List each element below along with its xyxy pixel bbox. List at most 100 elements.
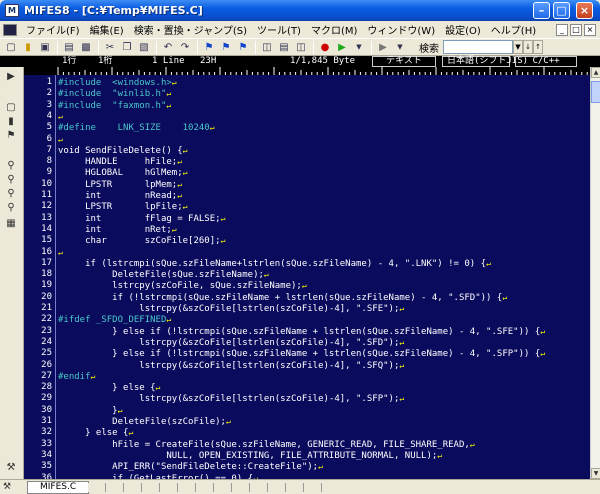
search-dropdown-icon[interactable]: ▼ <box>513 40 523 54</box>
tool-folder-icon[interactable]: ▮ <box>4 115 18 127</box>
paste-icon[interactable]: ▧ <box>136 40 152 54</box>
close-button[interactable]: × <box>576 2 593 19</box>
code-line[interactable]: NULL, OPEN_EXISTING, FILE_ATTRIBUTE_NORM… <box>58 450 442 461</box>
code-line[interactable]: ↵ <box>58 134 63 145</box>
newline-marker-icon: ↵ <box>182 145 188 155</box>
menu-edit[interactable]: 編集(E) <box>85 22 129 37</box>
code-line[interactable]: lstrcpy(&szCoFile[lstrlen(szCoFile)-4], … <box>58 337 404 348</box>
code-line[interactable]: lstrcpy(&szCoFile[lstrlen(szCoFile)-4], … <box>58 360 404 371</box>
tool-search-prev-icon[interactable]: ⚲ <box>4 187 18 199</box>
macro-record-icon[interactable]: ● <box>317 40 333 54</box>
status-encoding[interactable]: 日本語(シフトJIS) <box>442 56 528 67</box>
new-file-icon[interactable]: ▢ <box>3 40 19 54</box>
vertical-scrollbar[interactable]: ▲ ▼ <box>590 67 600 479</box>
tool-search-icon[interactable]: ⚲ <box>4 159 18 171</box>
tool-replace-icon[interactable]: ⚲ <box>4 201 18 213</box>
search-prev-icon[interactable]: ↑ <box>533 40 543 54</box>
code-line[interactable]: DeleteFile(sQue.szFileName);↵ <box>58 269 269 280</box>
code-line[interactable]: HGLOBAL hGlMem;↵ <box>58 167 187 178</box>
tool-grid-icon[interactable]: ▦ <box>4 217 18 229</box>
code-line[interactable]: } else if (!lstrcmpi(sQue.szFileName + l… <box>58 326 545 337</box>
menu-file[interactable]: ファイル(F) <box>21 22 85 37</box>
mdi-close-button[interactable]: × <box>584 23 596 36</box>
cut-icon[interactable]: ✂ <box>102 40 118 54</box>
code-line[interactable]: ↵ <box>58 111 63 122</box>
code-line[interactable]: int nRead;↵ <box>58 190 182 201</box>
print-preview-icon[interactable]: ▤ <box>61 40 77 54</box>
menu-window[interactable]: ウィンドウ(W) <box>362 22 440 37</box>
print-icon[interactable]: ▩ <box>78 40 94 54</box>
code-line[interactable]: #include <windows.h>↵ <box>58 77 177 88</box>
code-line[interactable]: LPSTR lpFile;↵ <box>58 201 187 212</box>
search-next-icon[interactable]: ↓ <box>523 40 533 54</box>
code-line[interactable]: if (lstrcmpi(sQue.szFileName+lstrlen(sQu… <box>58 258 491 269</box>
menu-macro[interactable]: マクロ(M) <box>306 22 362 37</box>
tool-settings-icon[interactable]: ⚒ <box>4 461 18 473</box>
scroll-up-icon[interactable]: ▲ <box>591 67 600 78</box>
marker-next-icon[interactable]: ⚑ <box>218 40 234 54</box>
tool-marker-icon[interactable]: ⚑ <box>4 129 18 141</box>
menu-settings[interactable]: 設定(O) <box>440 22 486 37</box>
window-split-vertical-icon[interactable]: ◫ <box>293 40 309 54</box>
scroll-down-icon[interactable]: ▼ <box>591 468 600 479</box>
newline-marker-icon: ↵ <box>117 405 123 415</box>
status-language[interactable]: C/C++ <box>515 56 577 67</box>
line-number: 35 <box>41 461 52 472</box>
line-number: 2 <box>46 88 52 99</box>
menu-help[interactable]: ヘルプ(H) <box>486 22 541 37</box>
code-line[interactable]: } else {↵ <box>58 427 133 438</box>
scroll-thumb[interactable] <box>591 81 600 103</box>
redo-icon[interactable]: ↷ <box>177 40 193 54</box>
window-split-horizontal-icon[interactable]: ▤ <box>276 40 292 54</box>
code-line[interactable]: HANDLE hFile;↵ <box>58 156 182 167</box>
maximize-button[interactable]: □ <box>553 2 570 19</box>
tab-settings-icon[interactable]: ⚒ <box>3 482 11 492</box>
code-line[interactable]: lstrcpy(&szCoFile[lstrlen(szCoFile)-4], … <box>58 303 404 314</box>
code-line[interactable]: ↵ <box>58 247 63 258</box>
tool-document-icon[interactable]: ▢ <box>4 101 18 113</box>
menu-search[interactable]: 検索・置換・ジャンプ(S) <box>129 22 252 37</box>
menu-tools[interactable]: ツール(T) <box>252 22 306 37</box>
expand-icon[interactable]: ▶ <box>4 70 18 82</box>
copy-icon[interactable]: ❐ <box>119 40 135 54</box>
minimize-button[interactable]: – <box>533 2 550 19</box>
code-line[interactable]: } else {↵ <box>58 382 160 393</box>
undo-icon[interactable]: ↶ <box>160 40 176 54</box>
search-input[interactable] <box>443 40 513 54</box>
code-line[interactable]: API_ERR("SendFileDelete::CreateFile");↵ <box>58 461 323 472</box>
code-line[interactable]: int nRet;↵ <box>58 224 177 235</box>
code-editor[interactable]: 1 2 3 4 5 6 7 8 9 10 11 12 13 14 15 16 17 18 19 20 21 22 23 24 2… <box>24 75 590 479</box>
open-folder-icon[interactable]: ▮ <box>20 40 36 54</box>
code-line[interactable]: LPSTR lpMem;↵ <box>58 179 182 190</box>
window-split-icon[interactable]: ◫ <box>259 40 275 54</box>
code-line[interactable]: #ifdef _SFDO_DEFINED↵ <box>58 314 171 325</box>
code-line[interactable]: hFile = CreateFile(sQue.szFileName, GENE… <box>58 439 474 450</box>
code-line[interactable]: if (!lstrcmpi(sQue.szFileName + lstrlen(… <box>58 292 507 303</box>
run-icon[interactable]: ▶ <box>375 40 391 54</box>
macro-play-icon[interactable]: ▶ <box>334 40 350 54</box>
mdi-minimize-button[interactable]: _ <box>556 23 568 36</box>
code-line[interactable]: char szCoFile[260];↵ <box>58 235 225 246</box>
code-line[interactable]: } else if (!lstrcmpi(sQue.szFileName + l… <box>58 348 545 359</box>
code-line[interactable]: DeleteFile(szCoFile);↵ <box>58 416 231 427</box>
code-line[interactable]: #include "winlib.h"↵ <box>58 88 171 99</box>
tab-mifes-c[interactable]: MIFES.C <box>27 481 90 494</box>
code-line[interactable]: #endif↵ <box>58 371 95 382</box>
code-line[interactable]: int fFlag = FALSE;↵ <box>58 213 225 224</box>
mdi-restore-button[interactable]: □ <box>570 23 582 36</box>
run-menu-icon[interactable]: ▼ <box>392 40 408 54</box>
code-line[interactable]: void SendFileDelete() {↵ <box>58 145 187 156</box>
code-line[interactable]: lstrcpy(&szCoFile[lstrlen(szCoFile)-4], … <box>58 393 404 404</box>
code-line[interactable]: }↵ <box>58 405 122 416</box>
code-line[interactable]: #define LNK_SIZE 10240↵ <box>58 122 215 133</box>
status-mode[interactable]: テキスト <box>372 56 436 67</box>
code-line[interactable]: #include "faxmon.h"↵ <box>58 100 171 111</box>
code-line[interactable]: lstrcpy(szCoFile, sQue.szFileName);↵ <box>58 280 307 291</box>
document-icon[interactable] <box>3 23 17 36</box>
macro-play-menu-icon[interactable]: ▼ <box>351 40 367 54</box>
tool-search-next-icon[interactable]: ⚲ <box>4 173 18 185</box>
marker-prev-icon[interactable]: ⚑ <box>235 40 251 54</box>
save-icon[interactable]: ▣ <box>37 40 53 54</box>
empty-tabs <box>88 483 328 492</box>
marker-flag-icon[interactable]: ⚑ <box>201 40 217 54</box>
